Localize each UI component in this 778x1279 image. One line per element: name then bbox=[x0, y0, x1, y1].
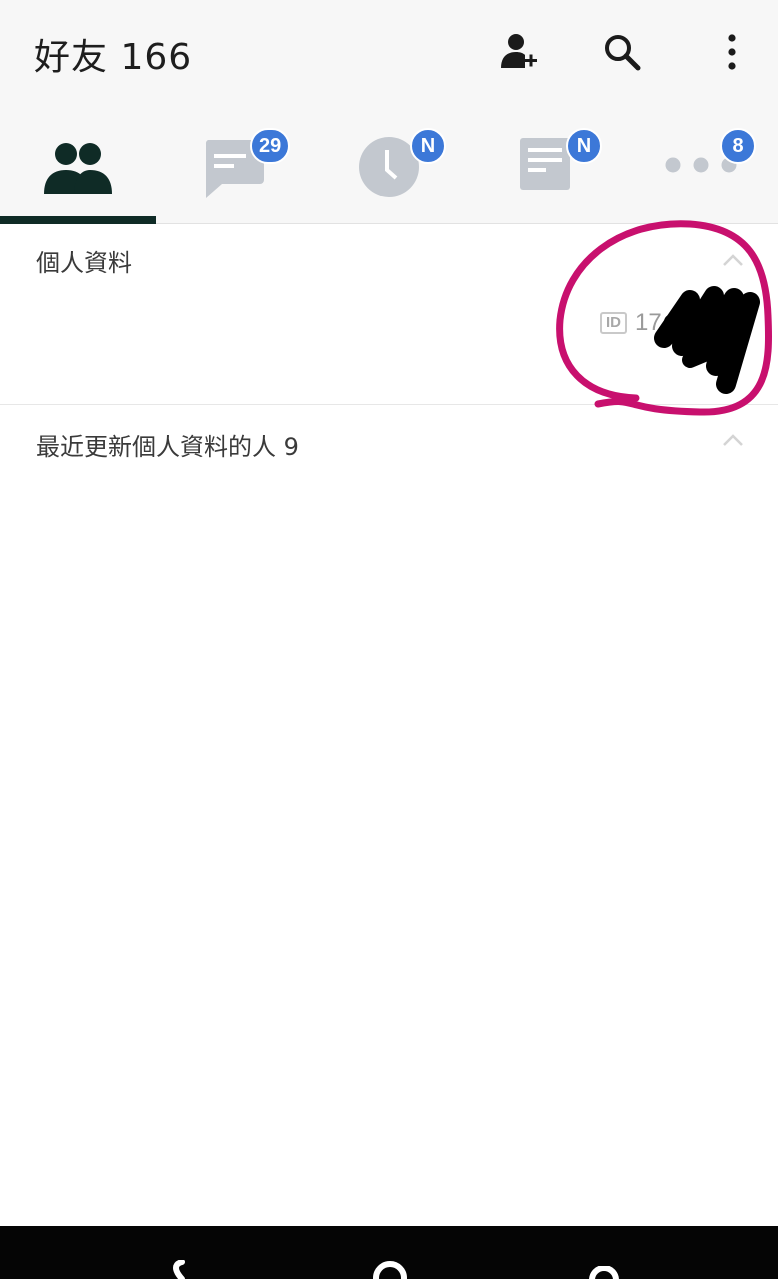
collapse-profile-chevron-up-icon[interactable] bbox=[722, 250, 744, 272]
add-friend-icon bbox=[501, 34, 537, 68]
more-options-button[interactable] bbox=[708, 28, 756, 76]
tab-more[interactable]: 8 bbox=[624, 102, 778, 224]
system-nav-bar bbox=[0, 1226, 778, 1279]
more-badge: 8 bbox=[720, 128, 756, 164]
page-title: 好友 166 bbox=[34, 37, 193, 78]
active-tab-indicator bbox=[0, 216, 156, 224]
chats-badge: 29 bbox=[250, 128, 291, 164]
tab-chats[interactable]: 29 bbox=[156, 102, 312, 224]
back-icon[interactable] bbox=[160, 1260, 190, 1279]
profile-id-value: 17 bbox=[635, 309, 662, 336]
recent-updates-section-title: 最近更新個人資料的人 9 bbox=[36, 433, 299, 461]
friends-icon bbox=[44, 143, 112, 194]
recents-icon[interactable] bbox=[586, 1266, 622, 1279]
search-icon bbox=[605, 35, 641, 71]
search-button[interactable] bbox=[598, 28, 646, 76]
home-icon[interactable] bbox=[370, 1258, 410, 1279]
app-header: 好友 166 bbox=[0, 0, 778, 102]
tab-timeline[interactable]: N bbox=[312, 102, 468, 224]
timeline-badge: N bbox=[410, 128, 446, 164]
collapse-recent-chevron-up-icon[interactable] bbox=[722, 430, 744, 452]
add-friend-button[interactable] bbox=[494, 28, 542, 76]
id-label-badge: ID bbox=[600, 312, 627, 334]
news-icon bbox=[520, 138, 570, 190]
tab-bar: 29 N N 8 bbox=[0, 102, 778, 224]
news-badge: N bbox=[566, 128, 602, 164]
app-root: 好友 166 29 N N 8 個人資料 ID 17 最近更新個人資料的人 9 bbox=[0, 0, 778, 1279]
redaction-scribble bbox=[654, 286, 760, 394]
profile-id-row[interactable]: ID 17 bbox=[600, 309, 662, 336]
tab-friends[interactable] bbox=[0, 102, 156, 224]
profile-section-title: 個人資料 bbox=[36, 249, 132, 277]
more-vert-icon bbox=[728, 34, 736, 70]
tab-news[interactable]: N bbox=[468, 102, 624, 224]
section-divider bbox=[0, 404, 778, 405]
